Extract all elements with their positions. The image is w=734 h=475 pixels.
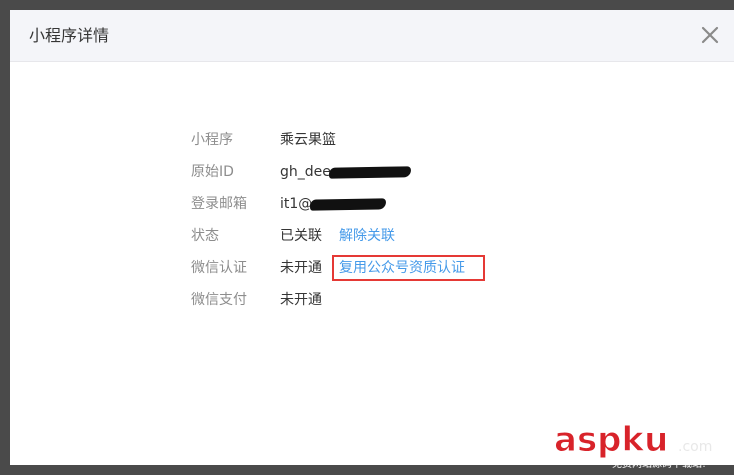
- reuse-official-account-auth-link[interactable]: 复用公众号资质认证: [339, 258, 465, 278]
- mini-program-value: 乘云果篮: [280, 132, 336, 148]
- unbind-link[interactable]: 解除关联: [339, 226, 395, 246]
- wechat-pay-value: 未开通: [280, 292, 322, 308]
- login-email-value: it1@: [280, 196, 313, 212]
- mini-program-details-dialog: 小程序详情 小程序 乘云果篮 原始ID gh_dee 登录邮箱 it1@ 状态 …: [10, 10, 734, 465]
- redaction-mark: [328, 165, 411, 179]
- original-id-value-wrap: gh_dee: [280, 162, 411, 182]
- status-value: 已关联: [280, 228, 322, 244]
- dialog-title: 小程序详情: [29, 26, 110, 45]
- original-id-label: 原始ID: [191, 164, 234, 180]
- close-button[interactable]: [698, 23, 722, 47]
- watermark-tagline: 免费网站源码下载站!: [612, 457, 706, 470]
- wechat-auth-label: 微信认证: [191, 260, 247, 276]
- mini-program-label: 小程序: [191, 132, 233, 148]
- original-id-value: gh_dee: [280, 164, 331, 180]
- wechat-auth-value: 未开通: [280, 260, 322, 276]
- aspku-watermark: aspku .com 免费网站源码下载站!: [554, 421, 713, 470]
- close-icon: [701, 26, 719, 44]
- status-label: 状态: [191, 228, 219, 244]
- dialog-header: 小程序详情: [10, 10, 734, 62]
- wechat-pay-label: 微信支付: [191, 292, 247, 308]
- redaction-mark: [310, 197, 387, 211]
- login-email-value-wrap: it1@: [280, 194, 387, 214]
- login-email-label: 登录邮箱: [191, 196, 247, 212]
- watermark-brand: aspku: [554, 421, 668, 460]
- watermark-suffix: .com: [678, 439, 712, 455]
